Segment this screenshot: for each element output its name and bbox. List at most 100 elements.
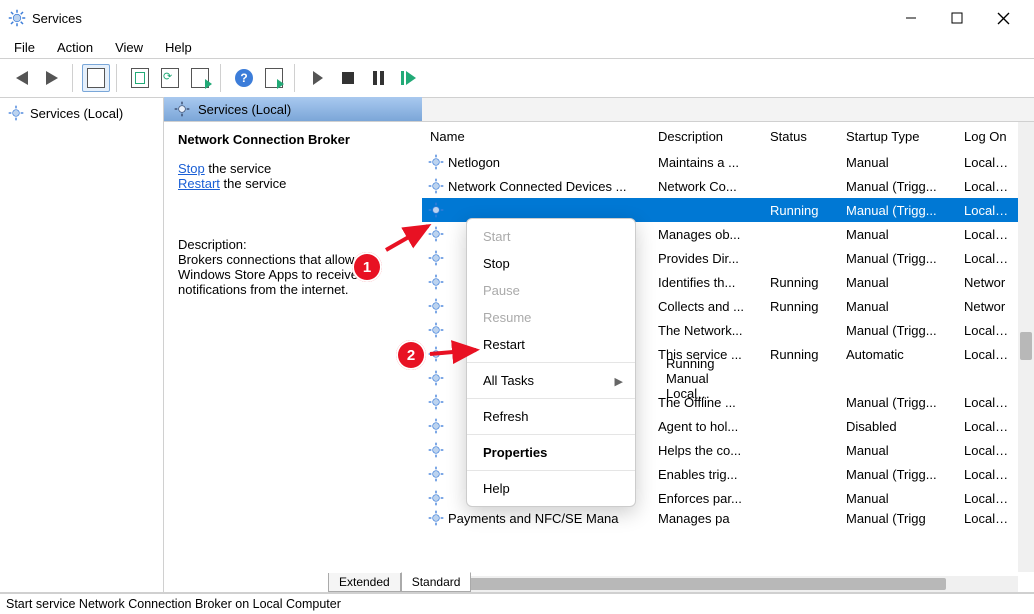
ctx-help[interactable]: Help xyxy=(467,475,635,502)
pane-header: Services (Local) xyxy=(164,97,422,121)
nav-forward-button[interactable] xyxy=(38,64,66,92)
stop-service-line: Stop the service xyxy=(178,161,408,176)
col-startup-type[interactable]: Startup Type xyxy=(838,129,956,144)
tab-standard[interactable]: Standard xyxy=(401,572,472,592)
cell-startup: Manual (Trigg... xyxy=(838,467,956,482)
cell-logon: Local Sy xyxy=(956,251,1018,266)
toolbar: ? xyxy=(0,58,1034,98)
cell-logon: Local Sy xyxy=(956,467,1018,482)
minimize-button[interactable] xyxy=(888,3,934,33)
tab-extended[interactable]: Extended xyxy=(328,573,401,592)
ctx-all-tasks-label: All Tasks xyxy=(483,373,534,388)
export-list-button[interactable] xyxy=(186,64,214,92)
cell-startup: Manual xyxy=(838,227,956,242)
cell-logon: Local Sy xyxy=(956,227,1018,242)
stop-service-button[interactable] xyxy=(334,64,362,92)
ctx-separator xyxy=(467,398,635,399)
table-row[interactable]: Payments and NFC/SE ManaManages paManual… xyxy=(422,510,1034,526)
pane-header-wrap: Services (Local) xyxy=(164,98,1034,122)
ctx-separator xyxy=(467,470,635,471)
vertical-scrollbar-thumb[interactable] xyxy=(1020,332,1032,360)
cell-description: Identifies th... xyxy=(650,275,762,290)
tree-root-services-local[interactable]: Services (Local) xyxy=(0,102,163,124)
description-label: Description: xyxy=(178,237,408,252)
ctx-stop[interactable]: Stop xyxy=(467,250,635,277)
vertical-scrollbar[interactable] xyxy=(1018,122,1034,572)
toolbar-separator xyxy=(220,64,224,92)
start-service-button[interactable] xyxy=(304,64,332,92)
cell-description: Maintains a ... xyxy=(650,155,762,170)
title-bar: Services xyxy=(0,0,1034,36)
menu-action[interactable]: Action xyxy=(57,40,93,55)
stop-suffix: the service xyxy=(205,161,271,176)
cell-startup: Manual xyxy=(838,443,956,458)
table-row[interactable]: Network Connected Devices ...Network Co.… xyxy=(422,174,1034,198)
ctx-properties[interactable]: Properties xyxy=(467,439,635,466)
col-description[interactable]: Description xyxy=(650,129,762,144)
cell-startup: Manual (Trigg... xyxy=(838,179,956,194)
cell-logon: Local Sy xyxy=(956,323,1018,338)
annotation-badge-1: 1 xyxy=(352,252,382,282)
ctx-pause: Pause xyxy=(467,277,635,304)
cell-logon: Local Sy xyxy=(956,419,1018,434)
toolbar-separator xyxy=(72,64,76,92)
cell-description: Provides Dir... xyxy=(650,251,762,266)
cell-startup: Disabled xyxy=(838,419,956,434)
cell-logon: Local Sy xyxy=(956,443,1018,458)
cell-description: The Network... xyxy=(650,323,762,338)
menu-help[interactable]: Help xyxy=(165,40,192,55)
selected-service-name: Network Connection Broker xyxy=(178,132,408,161)
cell-startup: Manual (Trigg xyxy=(838,511,956,526)
help-toolbar-button[interactable]: ? xyxy=(230,64,258,92)
cell-startup: Manual xyxy=(838,275,956,290)
cell-description: Helps the co... xyxy=(650,443,762,458)
cell-description: Collects and ... xyxy=(650,299,762,314)
restart-suffix: the service xyxy=(220,176,286,191)
cell-description: Enforces par... xyxy=(650,491,762,506)
restart-service-link[interactable]: Restart xyxy=(178,176,220,191)
services-app-icon xyxy=(8,9,26,27)
annotation-arrow-1 xyxy=(382,214,434,254)
cell-startup: Manual xyxy=(838,491,956,506)
pause-service-button[interactable] xyxy=(364,64,392,92)
chevron-right-icon: ▶ xyxy=(615,375,623,388)
refresh-toolbar-button[interactable] xyxy=(156,64,184,92)
table-row[interactable]: NetlogonMaintains a ...ManualLocal Sy xyxy=(422,150,1034,174)
col-name[interactable]: Name xyxy=(422,129,650,144)
cell-status: Running xyxy=(762,299,838,314)
restart-service-button[interactable] xyxy=(394,64,422,92)
cell-name: Netlogon xyxy=(422,154,650,170)
ctx-restart[interactable]: Restart xyxy=(467,331,635,358)
action-toolbar-button[interactable] xyxy=(260,64,288,92)
ctx-refresh[interactable]: Refresh xyxy=(467,403,635,430)
col-status[interactable]: Status xyxy=(762,129,838,144)
menu-bar: File Action View Help xyxy=(0,36,1034,58)
show-hide-console-tree-button[interactable] xyxy=(82,64,110,92)
cell-startup: Manual xyxy=(838,155,956,170)
cell-description: Agent to hol... xyxy=(650,419,762,434)
cell-logon: Local Se xyxy=(956,347,1018,362)
cell-startup: Manual (Trigg... xyxy=(838,203,956,218)
toolbar-separator xyxy=(116,64,120,92)
col-log-on[interactable]: Log On xyxy=(956,129,1018,144)
gear-icon xyxy=(174,101,190,117)
annotation-badge-2: 2 xyxy=(396,340,426,370)
annotation-arrow-2 xyxy=(426,340,482,364)
stop-service-link[interactable]: Stop xyxy=(178,161,205,176)
cell-status: Running xyxy=(762,347,838,362)
view-tabs: Extended Standard xyxy=(164,570,1034,592)
nav-back-button[interactable] xyxy=(8,64,36,92)
maximize-button[interactable] xyxy=(934,3,980,33)
close-button[interactable] xyxy=(980,3,1026,33)
menu-view[interactable]: View xyxy=(115,40,143,55)
menu-file[interactable]: File xyxy=(14,40,35,55)
tree-pane: Services (Local) xyxy=(0,98,164,592)
cell-description: Manages ob... xyxy=(650,227,762,242)
service-details: Network Connection Broker Stop the servi… xyxy=(164,122,422,592)
cell-logon: Networ xyxy=(956,299,1018,314)
properties-toolbar-button[interactable] xyxy=(126,64,154,92)
cell-status: Running xyxy=(762,275,838,290)
ctx-all-tasks[interactable]: All Tasks ▶ xyxy=(467,367,635,394)
cell-startup: Manual xyxy=(658,371,762,386)
cell-logon: Local Sy xyxy=(956,491,1018,506)
